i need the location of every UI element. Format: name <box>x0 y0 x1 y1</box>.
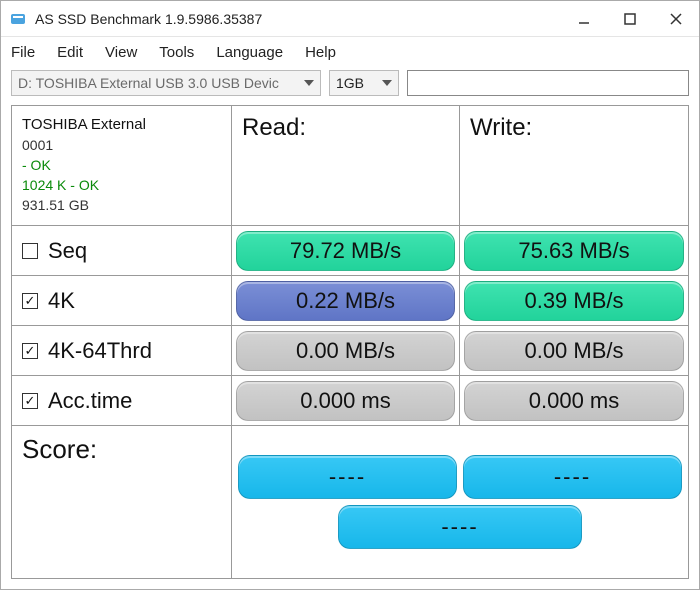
thrd-checkbox[interactable]: ✓ <box>22 343 38 359</box>
thrd-read-value: 0.00 MB/s <box>236 331 455 371</box>
toolbar: D: TOSHIBA External USB 3.0 USB Devic 1G… <box>1 67 699 101</box>
header-read: Read: <box>232 106 460 226</box>
menu-file[interactable]: File <box>11 44 35 61</box>
device-alignment: 1024 K - OK <box>22 177 99 193</box>
fourk-write-cell: 0.39 MB/s <box>460 276 688 326</box>
seq-write-cell: 75.63 MB/s <box>460 226 688 276</box>
titlebar: AS SSD Benchmark 1.9.5986.35387 <box>1 1 699 37</box>
menubar: File Edit View Tools Language Help <box>1 37 699 67</box>
fourk-write-value: 0.39 MB/s <box>464 281 684 321</box>
device-name: TOSHIBA External <box>22 116 146 133</box>
thrd-read-cell: 0.00 MB/s <box>232 326 460 376</box>
seq-read-value: 79.72 MB/s <box>236 231 455 271</box>
header-write: Write: <box>460 106 688 226</box>
window-title: AS SSD Benchmark 1.9.5986.35387 <box>35 11 262 27</box>
acc-read-value: 0.000 ms <box>236 381 455 421</box>
device-capacity: 931.51 GB <box>22 197 89 213</box>
acc-read-cell: 0.000 ms <box>232 376 460 426</box>
seq-read-cell: 79.72 MB/s <box>232 226 460 276</box>
score-write: ---- <box>463 455 682 499</box>
row-seq-label-cell: Seq <box>12 226 232 276</box>
score-read: ---- <box>238 455 457 499</box>
score-label: Score: <box>12 426 232 578</box>
results-grid: TOSHIBA External 0001 - OK 1024 K - OK 9… <box>11 105 689 579</box>
fourk-read-value: 0.22 MB/s <box>236 281 455 321</box>
row-4k-label-cell: ✓ 4K <box>12 276 232 326</box>
seq-write-value: 75.63 MB/s <box>464 231 684 271</box>
menu-language[interactable]: Language <box>216 44 283 61</box>
fourk-checkbox[interactable]: ✓ <box>22 293 38 309</box>
app-window: AS SSD Benchmark 1.9.5986.35387 File Edi… <box>0 0 700 590</box>
menu-tools[interactable]: Tools <box>159 44 194 61</box>
device-info: TOSHIBA External 0001 - OK 1024 K - OK 9… <box>12 106 232 226</box>
row-4k64-label-cell: ✓ 4K-64Thrd <box>12 326 232 376</box>
thrd-write-value: 0.00 MB/s <box>464 331 684 371</box>
size-select-value: 1GB <box>336 75 364 91</box>
acc-checkbox[interactable]: ✓ <box>22 393 38 409</box>
minimize-button[interactable] <box>561 1 607 37</box>
device-firmware: 0001 <box>22 137 53 153</box>
score-total: ---- <box>338 505 582 549</box>
acc-label: Acc.time <box>48 388 132 414</box>
menu-view[interactable]: View <box>105 44 137 61</box>
device-status: - OK <box>22 157 51 173</box>
thrd-label: 4K-64Thrd <box>48 338 152 364</box>
fourk-read-cell: 0.22 MB/s <box>232 276 460 326</box>
drive-select[interactable]: D: TOSHIBA External USB 3.0 USB Devic <box>11 70 321 96</box>
drive-select-value: D: TOSHIBA External USB 3.0 USB Devic <box>18 75 279 91</box>
fourk-label: 4K <box>48 288 75 314</box>
acc-write-cell: 0.000 ms <box>460 376 688 426</box>
maximize-button[interactable] <box>607 1 653 37</box>
score-area: ---- ---- ---- <box>232 426 688 578</box>
thrd-write-cell: 0.00 MB/s <box>460 326 688 376</box>
seq-label: Seq <box>48 238 87 264</box>
app-icon <box>9 10 27 28</box>
toolbar-text-input[interactable] <box>407 70 689 96</box>
size-select[interactable]: 1GB <box>329 70 399 96</box>
close-button[interactable] <box>653 1 699 37</box>
menu-edit[interactable]: Edit <box>57 44 83 61</box>
row-acc-label-cell: ✓ Acc.time <box>12 376 232 426</box>
menu-help[interactable]: Help <box>305 44 336 61</box>
seq-checkbox[interactable] <box>22 243 38 259</box>
acc-write-value: 0.000 ms <box>464 381 684 421</box>
